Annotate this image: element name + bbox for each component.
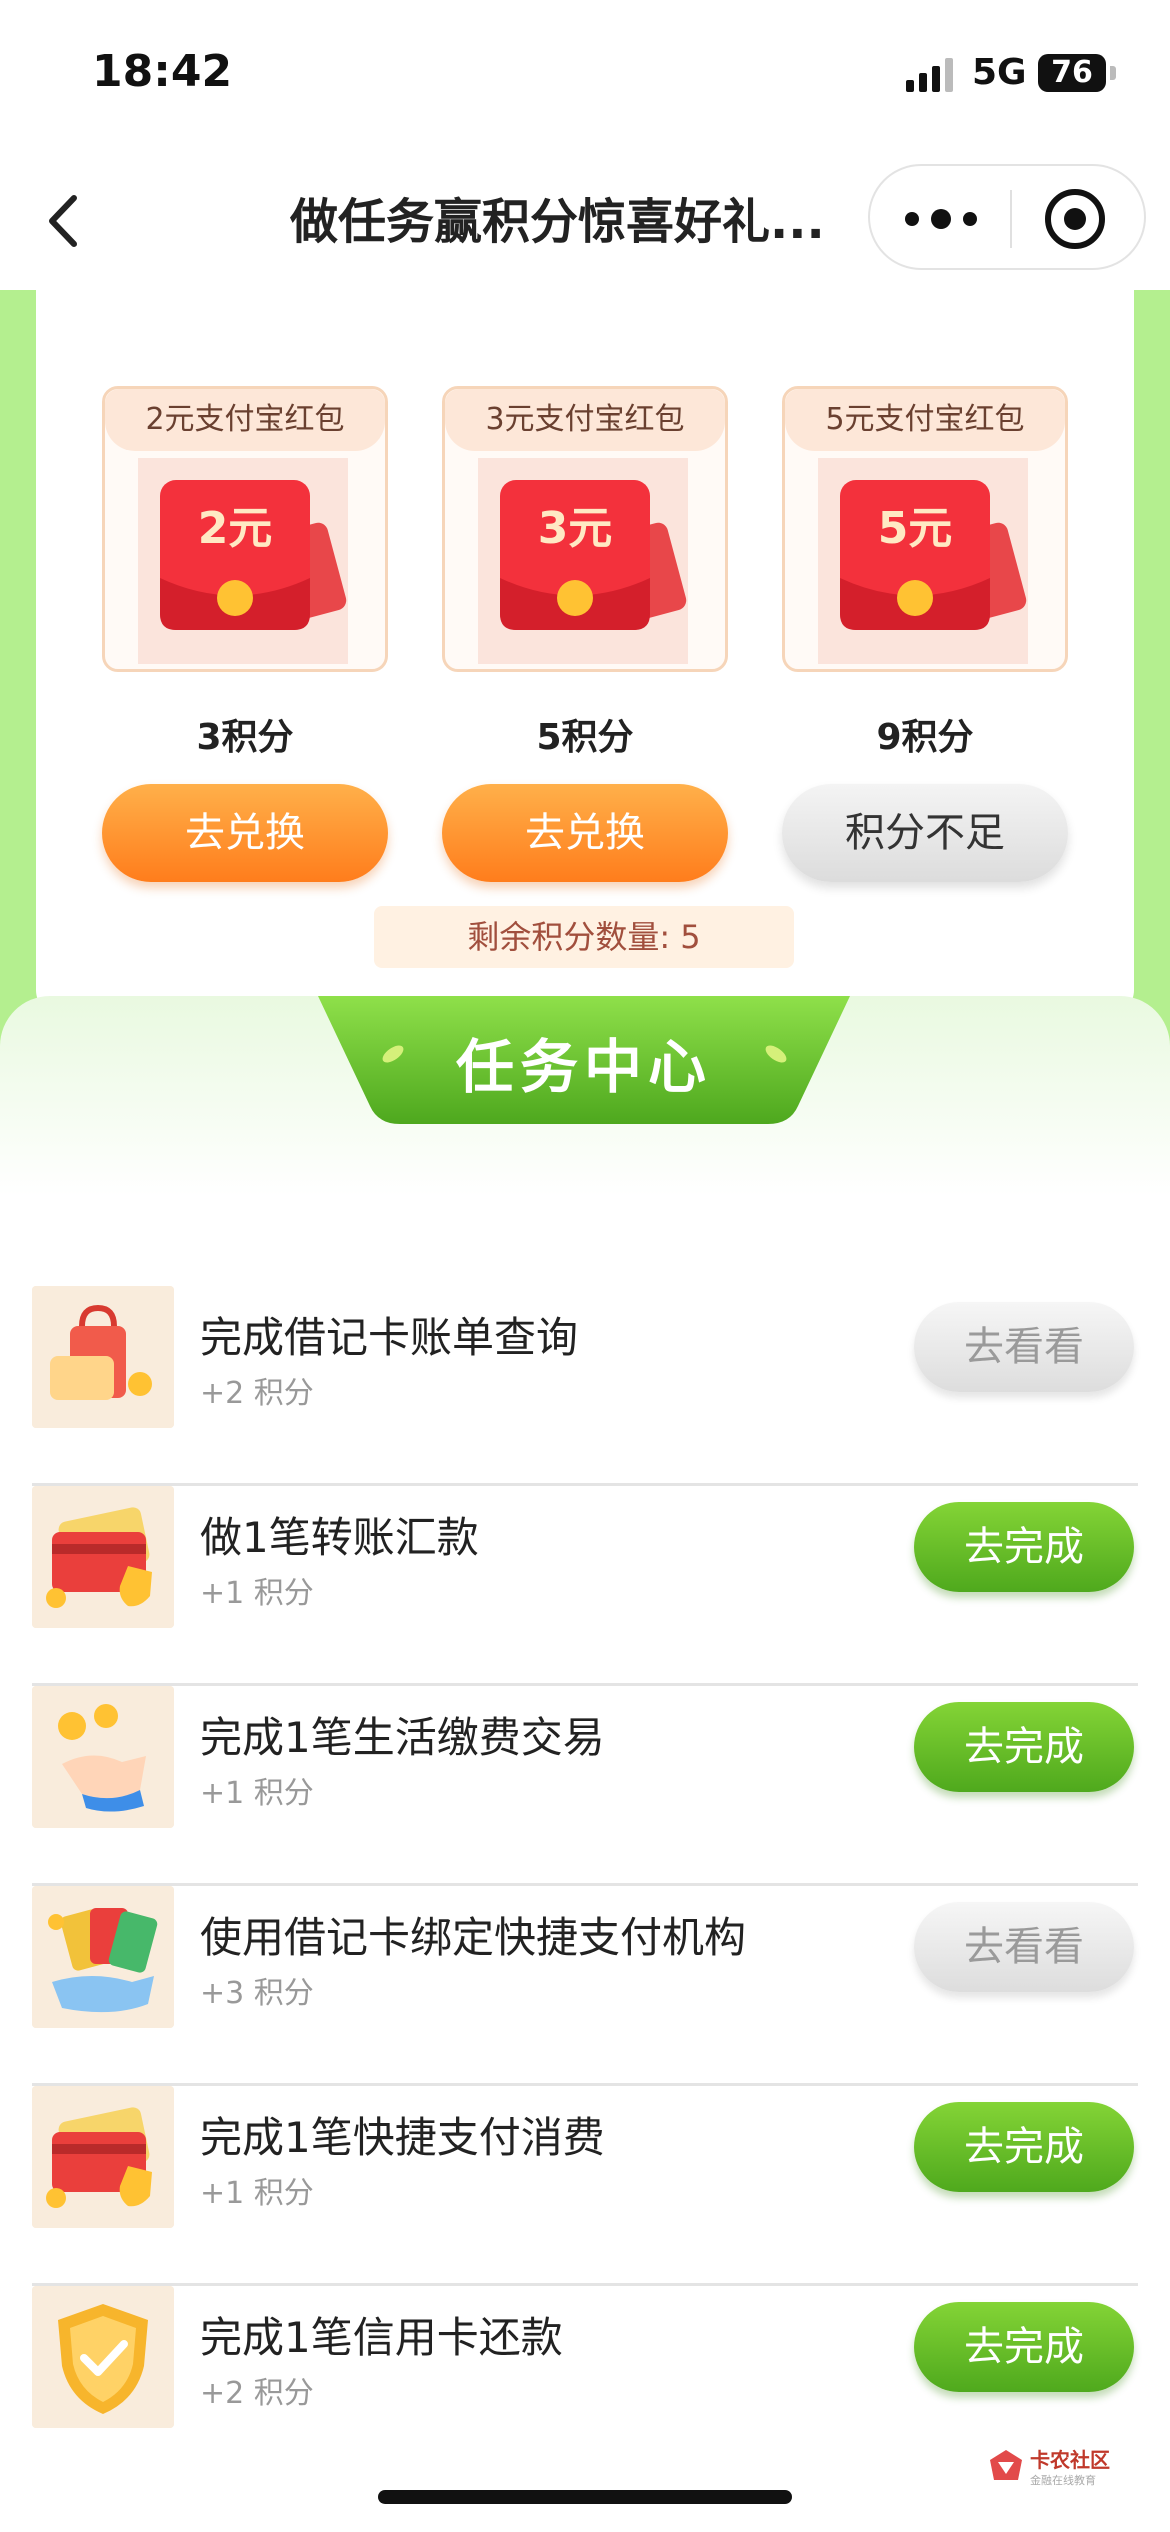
exchange-card: 2元支付宝红包 2元 3积分 去兑换 3元支付宝红包 3元 5积分 去兑换 5元… (36, 290, 1134, 1016)
task-name: 使用借记卡绑定快捷支付机构 (200, 1913, 747, 1962)
watermark: 卡农社区 金融在线教育 (986, 2440, 1156, 2496)
shopping-bag-icon (32, 1286, 174, 1428)
more-icon[interactable] (896, 194, 986, 244)
capsule-divider (1010, 190, 1012, 248)
red-envelope-icon: 5元 (818, 458, 1028, 664)
mini-program-capsule (868, 164, 1146, 270)
task-points: +3 积分 (200, 1976, 314, 2011)
watermark-logo-icon (990, 2450, 1022, 2480)
shield-check-icon (32, 2286, 174, 2428)
task-name: 完成借记卡账单查询 (200, 1313, 579, 1362)
battery-icon: 76 (1038, 54, 1106, 92)
red-envelope-icon: 3元 (478, 458, 688, 664)
prize-tag: 5元支付宝红包 (785, 389, 1065, 451)
envelope-amount: 5元 (878, 503, 953, 554)
task-points: +1 积分 (200, 1776, 314, 1811)
task-complete-button[interactable]: 去完成 (914, 2302, 1134, 2392)
task-complete-button[interactable]: 去完成 (914, 1502, 1134, 1592)
task-row: 使用借记卡绑定快捷支付机构 +3 积分 去看看 (32, 1886, 1138, 2086)
prize-tag: 3元支付宝红包 (445, 389, 725, 451)
task-points: +1 积分 (200, 2176, 314, 2211)
task-center-title: 任务中心 (455, 1033, 712, 1101)
remaining-points: 剩余积分数量: 5 (374, 906, 794, 968)
envelope-amount: 2元 (198, 503, 273, 554)
task-name: 做1笔转账汇款 (200, 1513, 479, 1562)
task-name: 完成1笔生活缴费交易 (200, 1713, 605, 1762)
watermark-subtext: 金融在线教育 (1030, 2474, 1096, 2487)
task-look-button[interactable]: 去看看 (914, 1902, 1134, 1992)
battery-tip (1110, 66, 1116, 80)
cards-in-hand-icon (32, 1886, 174, 2028)
exchange-button[interactable]: 去兑换 (442, 784, 728, 882)
prize-tag: 2元支付宝红包 (105, 389, 385, 451)
task-look-button[interactable]: 去看看 (914, 1302, 1134, 1392)
page-title: 做任务赢积分惊喜好礼... (290, 194, 825, 250)
red-envelope-icon: 2元 (138, 458, 348, 664)
status-time: 18:42 (92, 46, 233, 97)
prize-points: 9积分 (876, 717, 974, 758)
bank-card-icon (32, 1486, 174, 1628)
status-bar: 18:42 5G 76 (0, 0, 1170, 150)
task-points: +2 积分 (200, 2376, 314, 2411)
prize-points: 3积分 (196, 717, 294, 758)
task-row: 做1笔转账汇款 +1 积分 去完成 (32, 1486, 1138, 1686)
signal-icon (906, 58, 953, 92)
task-points: +1 积分 (200, 1576, 314, 1611)
task-complete-button[interactable]: 去完成 (914, 2102, 1134, 2192)
task-center-panel: 任务中心 完成借记卡账单查询 +2 积分 去看看 做1笔转账汇款 +1 积分 去… (0, 996, 1170, 2430)
watermark-text: 卡农社区 (1030, 2448, 1110, 2472)
insufficient-points-button[interactable]: 积分不足 (782, 784, 1068, 882)
network-type: 5G (972, 52, 1027, 93)
bank-card-icon (32, 2086, 174, 2228)
hand-coin-icon (32, 1686, 174, 1828)
task-name: 完成1笔快捷支付消费 (200, 2113, 605, 2162)
task-name: 完成1笔信用卡还款 (200, 2313, 563, 2362)
task-complete-button[interactable]: 去完成 (914, 1702, 1134, 1792)
task-row: 完成1笔快捷支付消费 +1 积分 去完成 (32, 2086, 1138, 2286)
exchange-button[interactable]: 去兑换 (102, 784, 388, 882)
task-row: 完成1笔生活缴费交易 +1 积分 去完成 (32, 1686, 1138, 1886)
task-row: 完成借记卡账单查询 +2 积分 去看看 (32, 1286, 1138, 1486)
close-target-icon[interactable] (1042, 186, 1108, 252)
envelope-amount: 3元 (538, 503, 613, 554)
prize-points: 5积分 (536, 717, 634, 758)
home-indicator[interactable] (378, 2490, 792, 2504)
task-points: +2 积分 (200, 1376, 314, 1411)
nav-bar: 做任务赢积分惊喜好礼... (0, 150, 1170, 292)
back-icon[interactable] (34, 186, 94, 256)
